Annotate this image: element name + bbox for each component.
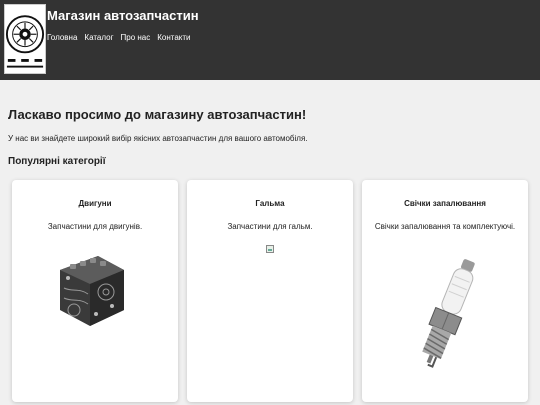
nav-catalog-link[interactable]: Каталог	[84, 33, 113, 42]
main-nav: Головна Каталог Про нас Контакти	[47, 33, 191, 42]
engine-image	[60, 256, 124, 326]
category-title: Гальма	[255, 199, 285, 208]
nav-home-link[interactable]: Головна	[47, 33, 77, 42]
category-title: Двигуни	[78, 199, 112, 208]
category-description: Свічки запалювання та комплектуючі.	[374, 222, 516, 231]
nav-about-link[interactable]: Про нас	[121, 33, 151, 42]
category-title: Свічки запалювання	[404, 199, 486, 208]
spark-plug-image	[422, 259, 475, 368]
category-card-spark-plugs[interactable]: Свічки запалювання Свічки запалювання та…	[362, 180, 528, 402]
nav-contacts-link[interactable]: Контакти	[157, 33, 190, 42]
site-header: Магазин автозапчастин Головна Каталог Пр…	[0, 0, 540, 80]
site-title: Магазин автозапчастин	[47, 8, 199, 23]
auto-parts-logo[interactable]	[4, 4, 46, 74]
welcome-heading: Ласкаво просимо до магазину автозапчасти…	[8, 107, 307, 122]
category-card-brakes[interactable]: Гальма Запчастини для гальм.	[187, 180, 353, 402]
category-card-engines[interactable]: Двигуни Запчастини для двигунів.	[12, 180, 178, 402]
category-description: Запчастини для гальм.	[227, 222, 313, 231]
popular-categories-heading: Популярні категорії	[8, 156, 106, 167]
intro-text: У нас ви знайдете широкий вибір якісних …	[8, 134, 308, 143]
broken-image-icon	[266, 245, 274, 253]
category-description: Запчастини для двигунів.	[47, 222, 143, 231]
